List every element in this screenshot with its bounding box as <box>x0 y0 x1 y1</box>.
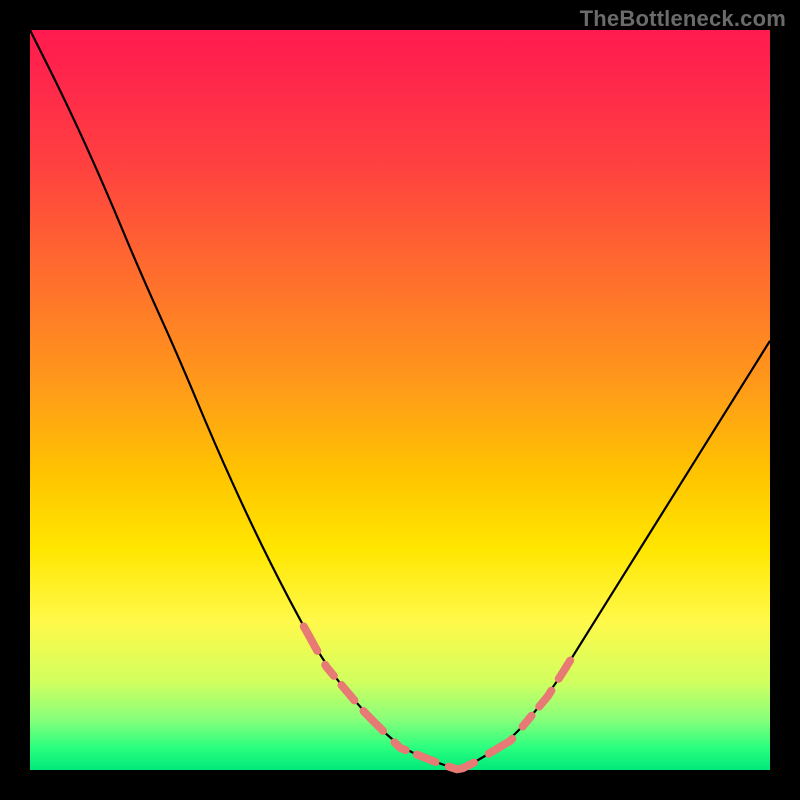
highlight-segment-right <box>489 661 570 754</box>
plot-area <box>30 30 770 770</box>
highlight-segment-left <box>304 626 474 769</box>
curve-svg <box>30 30 770 770</box>
chart-frame: TheBottleneck.com <box>0 0 800 800</box>
bottleneck-curve <box>30 30 770 768</box>
watermark-label: TheBottleneck.com <box>580 6 786 32</box>
